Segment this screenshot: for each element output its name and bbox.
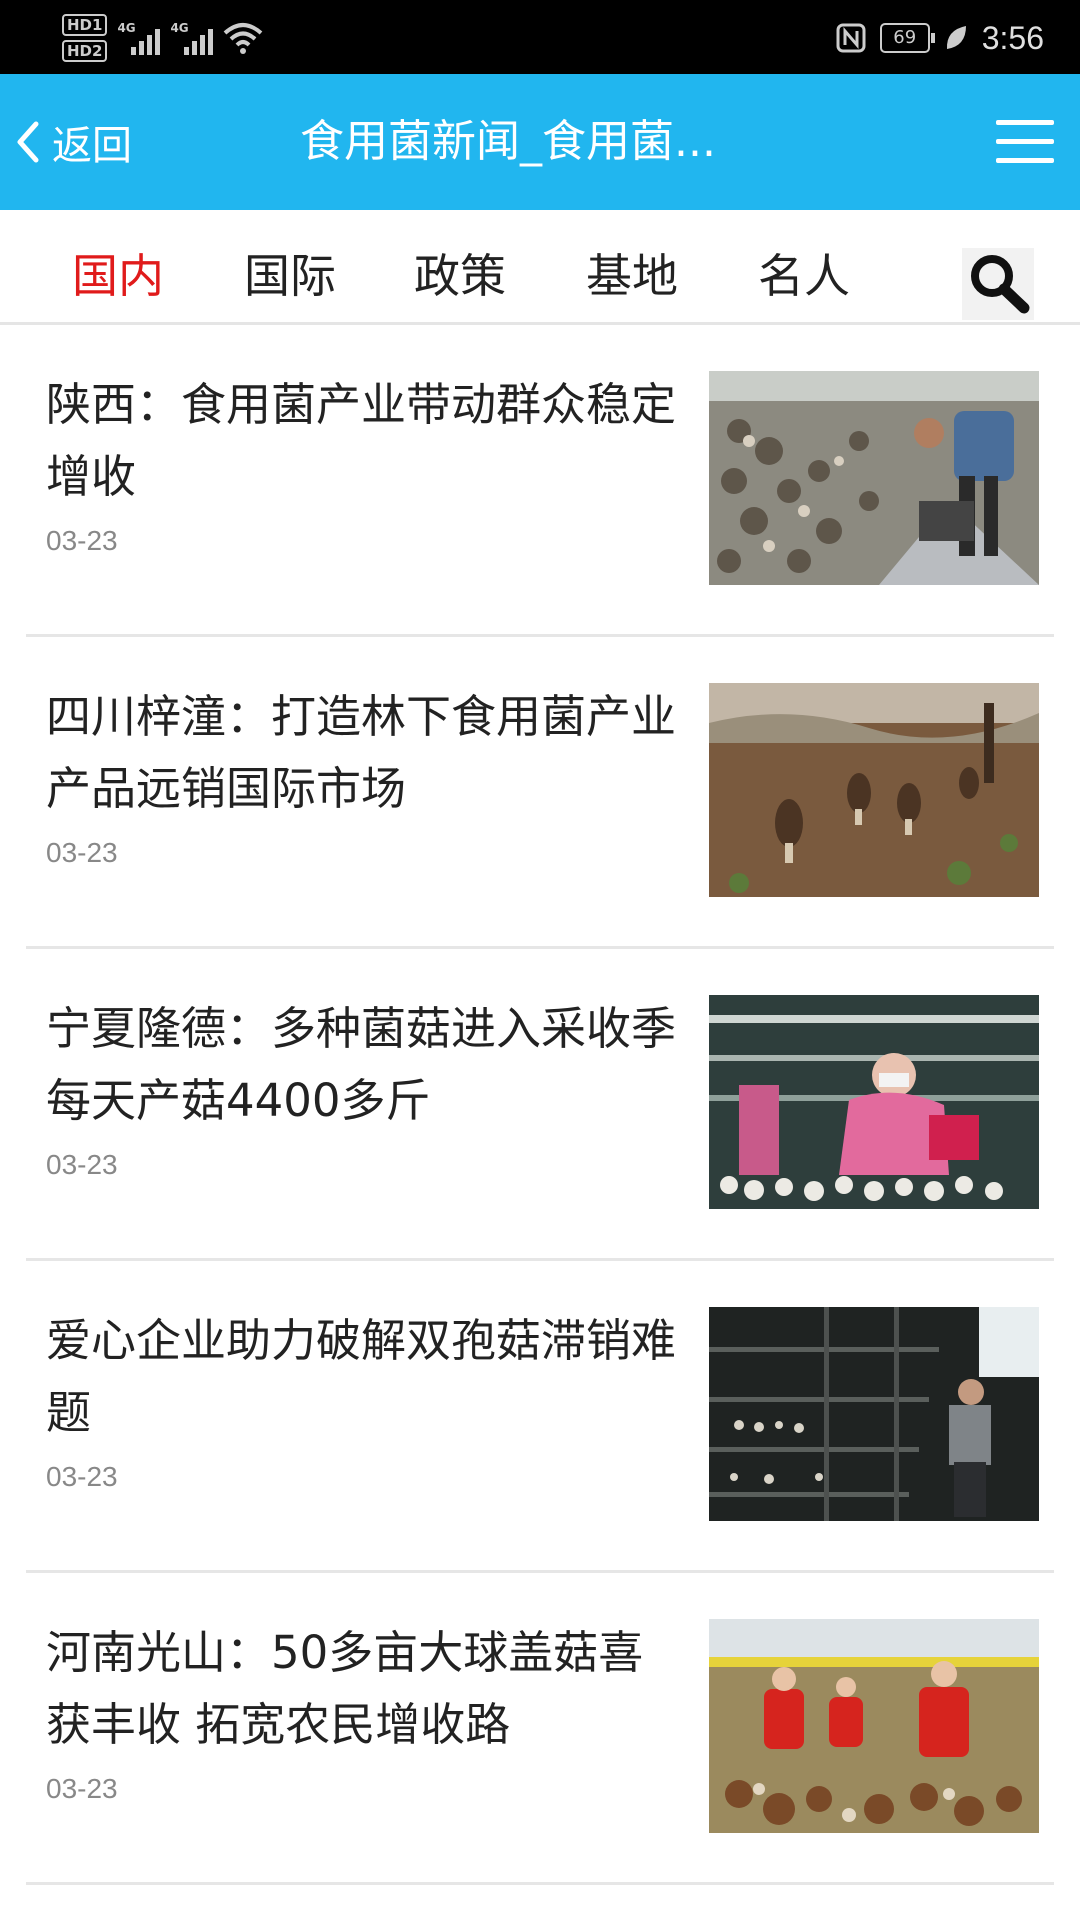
app-header: 返回 食用菌新闻_食用菌... [0, 74, 1080, 210]
signal-icon-sim2: 4G [170, 21, 214, 55]
article-item[interactable]: 陕西：食用菌产业带动群众稳定增收 03-23 [0, 325, 1080, 637]
network-type-label: 4G [117, 21, 136, 35]
article-thumbnail [709, 371, 1039, 585]
category-tabs: 国内 国际 政策 基地 名人 [0, 210, 1080, 325]
search-button[interactable] [962, 248, 1034, 320]
power-saving-leaf-icon [946, 26, 966, 49]
network-type-label: 4G [170, 21, 189, 35]
article-date: 03-23 [46, 837, 118, 868]
article-item[interactable]: 河南光山：50多亩大球盖菇喜获丰收 拓宽农民增收路 03-23 [0, 1573, 1080, 1885]
article-thumbnail [709, 683, 1039, 897]
nfc-icon [836, 23, 866, 53]
back-button[interactable]: 返回 [14, 110, 132, 174]
article-title: 河南光山：50多亩大球盖菇喜获丰收 拓宽农民增收路 [46, 1626, 644, 1751]
battery-icon: 69 [879, 23, 935, 53]
tab-international[interactable]: 国际 [244, 210, 336, 322]
list-divider [26, 1882, 1054, 1885]
article-title: 陕西：食用菌产业带动群众稳定增收 [46, 378, 677, 503]
hamburger-menu-icon[interactable] [996, 120, 1054, 164]
wifi-icon [224, 23, 263, 54]
tab-domestic[interactable]: 国内 [72, 210, 164, 322]
clock: 3:56 [981, 19, 1044, 56]
article-thumbnail [709, 995, 1039, 1209]
tab-base[interactable]: 基地 [586, 210, 678, 322]
hd-badge-1: HD1 [62, 14, 108, 36]
article-item[interactable]: 爱心企业助力破解双孢菇滞销难题 03-23 [0, 1261, 1080, 1573]
article-list: 陕西：食用菌产业带动群众稳定增收 03-23 四川梓潼：打造林下食用菌产业 产品… [0, 325, 1080, 1885]
article-thumbnail [709, 1619, 1039, 1833]
article-date: 03-23 [46, 525, 118, 556]
chevron-left-icon [17, 121, 39, 163]
tab-policy[interactable]: 政策 [414, 210, 506, 322]
hd-indicators: HD1 HD2 [62, 14, 108, 62]
article-title: 爱心企业助力破解双孢菇滞销难题 [46, 1314, 677, 1439]
article-title: 四川梓潼：打造林下食用菌产业 产品远销国际市场 [46, 690, 677, 815]
hd-badge-2: HD2 [62, 40, 108, 62]
article-thumbnail [709, 1307, 1039, 1521]
article-title: 宁夏隆德：多种菌菇进入采收季 每天产菇4400多斤 [46, 1002, 677, 1127]
article-item[interactable]: 四川梓潼：打造林下食用菌产业 产品远销国际市场 03-23 [0, 637, 1080, 949]
tab-celebrities[interactable]: 名人 [758, 210, 850, 322]
signal-icon-sim1: 4G [117, 21, 161, 55]
status-bar-right: 69 3:56 [836, 10, 1044, 66]
status-bar: HD1 HD2 4G 4G 69 3:56 [0, 0, 1080, 74]
back-label: 返回 [52, 123, 132, 169]
article-date: 03-23 [46, 1149, 118, 1180]
page-title: 食用菌新闻_食用菌... [300, 116, 716, 167]
article-item[interactable]: 宁夏隆德：多种菌菇进入采收季 每天产菇4400多斤 03-23 [0, 949, 1080, 1261]
search-icon [971, 255, 1030, 314]
article-date: 03-23 [46, 1461, 118, 1492]
status-bar-left: HD1 HD2 4G 4G [62, 10, 263, 66]
article-date: 03-23 [46, 1773, 118, 1804]
